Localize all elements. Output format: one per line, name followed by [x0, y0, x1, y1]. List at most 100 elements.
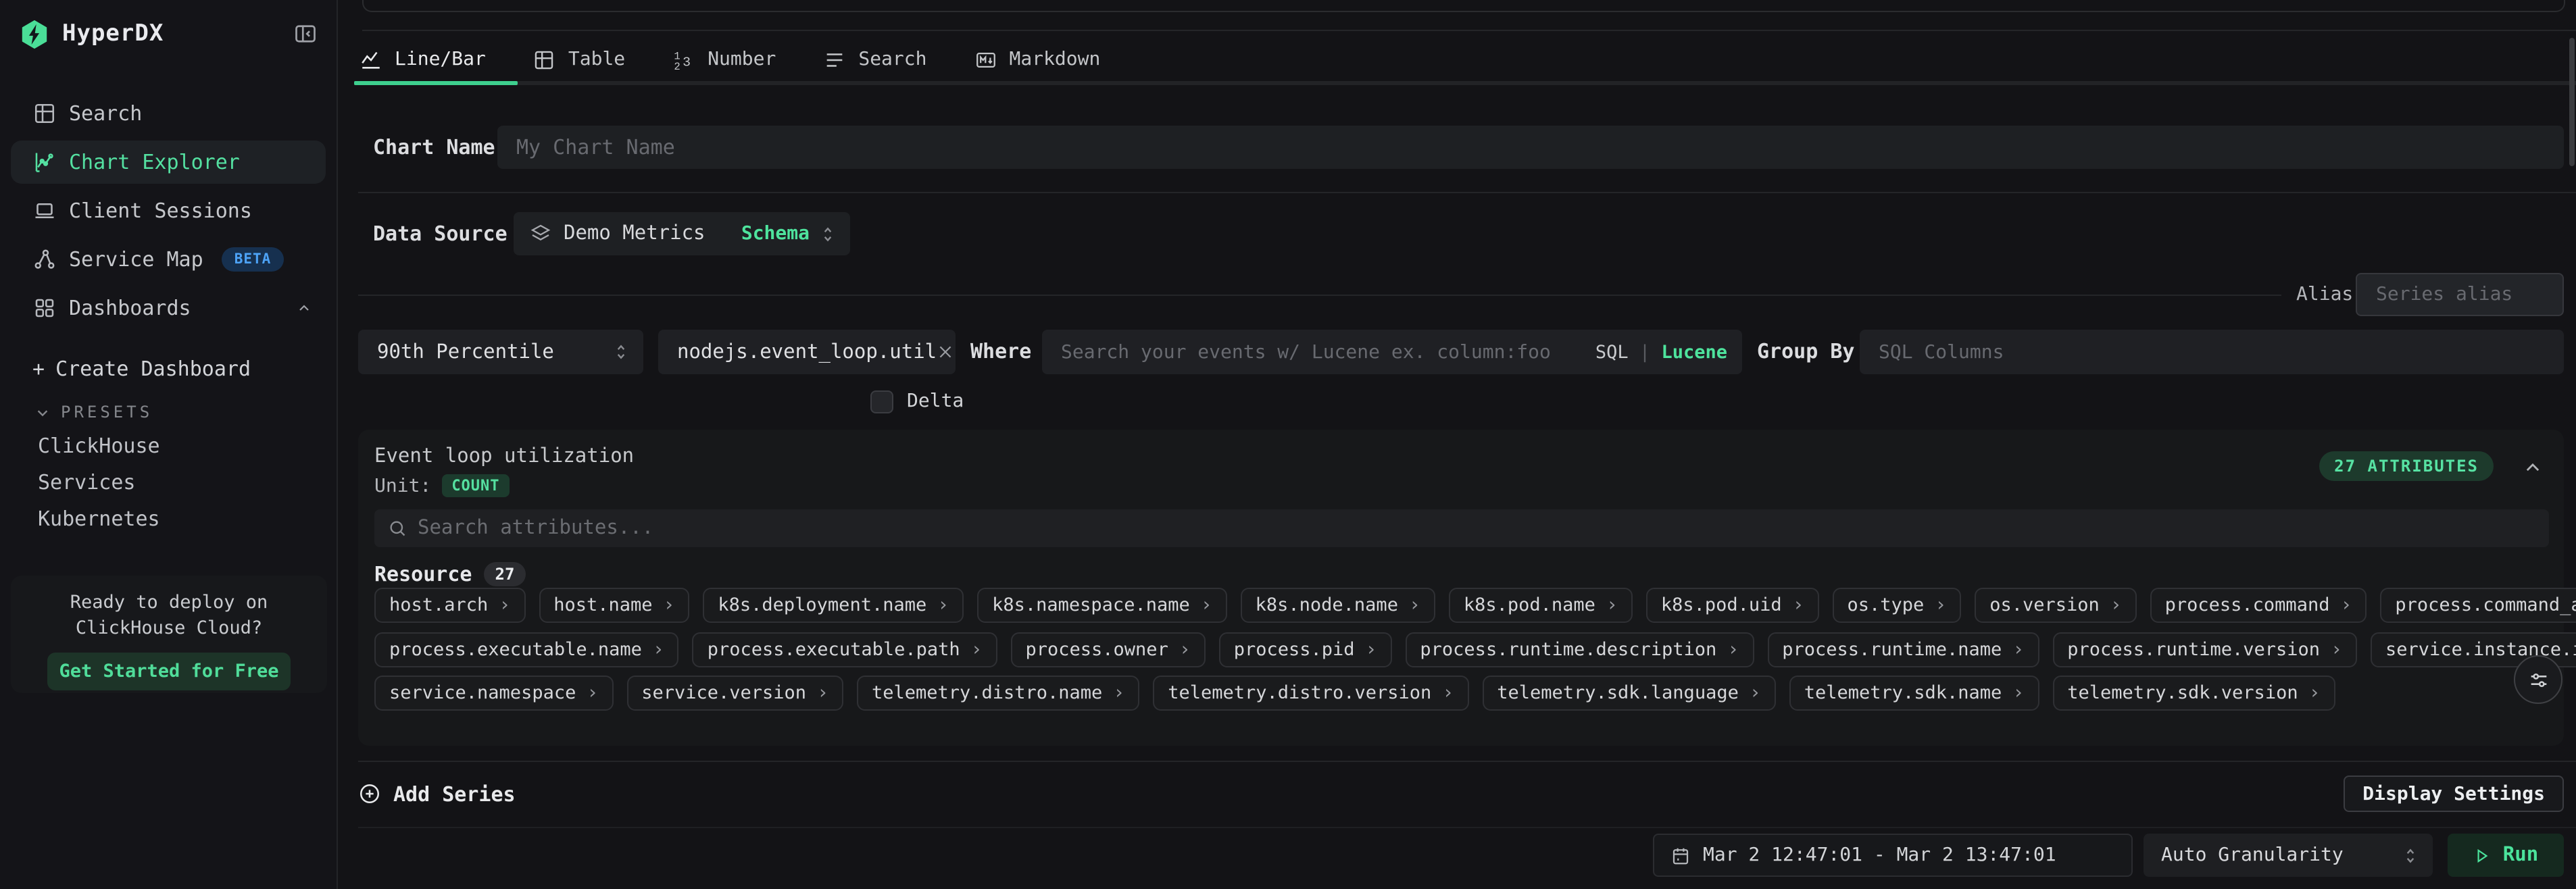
attribute-chip[interactable]: k8s.namespace.name› [977, 588, 1227, 623]
attribute-chip[interactable]: host.name› [539, 588, 689, 623]
create-dashboard-label: Create Dashboard [55, 357, 251, 381]
chevron-right-icon: › [1366, 640, 1377, 659]
attribute-chip-row: process.executable.name›process.executab… [374, 632, 2548, 667]
attribute-chip[interactable]: process.runtime.name› [1767, 632, 2039, 667]
chevron-right-icon: › [1935, 596, 1946, 615]
preset-kubernetes[interactable]: Kubernetes [38, 507, 160, 531]
tab-number[interactable]: 123 Number [672, 48, 776, 71]
tabs-underline-track [354, 81, 2576, 85]
laptop-icon [32, 199, 57, 223]
tab-markdown[interactable]: Markdown [974, 48, 1101, 71]
create-dashboard-button[interactable]: + Create Dashboard [32, 357, 251, 381]
sidebar-item-label: Search [69, 101, 142, 126]
query-language-toggle[interactable]: SQL | Lucene [1595, 341, 1742, 363]
attribute-chip[interactable]: process.executable.name› [374, 632, 679, 667]
chart-line-icon [32, 150, 57, 174]
attribute-chip-label: k8s.pod.uid [1661, 594, 1782, 616]
sidebar-item-chart-explorer[interactable]: Chart Explorer [11, 141, 326, 184]
add-series-button[interactable]: Add Series [358, 776, 516, 812]
attribute-chip-label: telemetry.sdk.version [2067, 682, 2298, 704]
sql-option[interactable]: SQL [1595, 341, 1629, 363]
attribute-chip[interactable]: os.version› [1975, 588, 2136, 623]
time-range-picker[interactable]: Mar 2 12:47:01 - Mar 2 13:47:01 [1653, 834, 2133, 877]
attribute-chip[interactable]: process.command_args› [2380, 588, 2576, 623]
resource-count-badge: 27 [485, 562, 526, 586]
where-search-input[interactable] [1042, 341, 1595, 363]
alias-input[interactable] [2356, 273, 2564, 316]
preset-services[interactable]: Services [38, 470, 136, 494]
preset-clickhouse[interactable]: ClickHouse [38, 434, 160, 458]
attribute-chip[interactable]: k8s.pod.name› [1449, 588, 1633, 623]
schema-label: Schema [741, 223, 810, 245]
metric-chip[interactable]: nodejs.event_loop.util [658, 330, 956, 374]
attribute-chip[interactable]: os.type› [1833, 588, 1962, 623]
chevron-up-icon[interactable] [2523, 458, 2542, 477]
attribute-chip-label: k8s.deployment.name [718, 594, 926, 616]
attribute-chip[interactable]: process.command› [2150, 588, 2367, 623]
clickhouse-cloud-promo: Ready to deploy on ClickHouse Cloud? Get… [11, 576, 327, 693]
attribute-chip-label: process.executable.path [708, 639, 960, 661]
attribute-chip[interactable]: process.pid› [1219, 632, 1392, 667]
attribute-chip-label: telemetry.sdk.name [1804, 682, 2002, 704]
lucene-option[interactable]: Lucene [1661, 341, 1727, 363]
attribute-chip[interactable]: service.namespace› [374, 676, 613, 711]
attribute-chip[interactable]: telemetry.sdk.name› [1789, 676, 2039, 711]
chart-name-input[interactable] [497, 126, 2564, 169]
attribute-chip[interactable]: process.executable.path› [693, 632, 997, 667]
sidebar-item-search[interactable]: Search [0, 89, 337, 138]
data-source-row: Data Source Demo Metrics Schema [338, 212, 2576, 255]
granularity-select[interactable]: Auto Granularity [2144, 834, 2433, 877]
group-by-input[interactable] [1860, 330, 2564, 374]
tab-label: Markdown [1010, 49, 1101, 70]
attribute-chip[interactable]: host.arch› [374, 588, 525, 623]
promo-text: Ready to deploy on ClickHouse Cloud? [11, 590, 327, 642]
attribute-chip[interactable]: k8s.pod.uid› [1646, 588, 1819, 623]
dashboards-icon [32, 296, 57, 320]
sidebar-item-service-map[interactable]: Service Map BETA [0, 235, 337, 284]
close-icon[interactable] [937, 343, 954, 361]
unit-row: Unit: COUNT [374, 474, 510, 497]
attribute-chip-label: process.executable.name [389, 639, 642, 661]
delta-checkbox[interactable] [870, 390, 893, 413]
divider [358, 192, 2576, 193]
play-icon [2473, 846, 2491, 864]
add-series-label: Add Series [393, 782, 516, 806]
sidebar-item-label: Dashboards [69, 296, 191, 320]
sidebar-item-dashboards[interactable]: Dashboards [0, 284, 337, 332]
get-started-button[interactable]: Get Started for Free [47, 653, 291, 690]
attribute-chip[interactable]: process.owner› [1011, 632, 1206, 667]
attribute-chip[interactable]: process.runtime.description› [1405, 632, 1754, 667]
aggregation-select[interactable]: 90th Percentile [358, 330, 643, 374]
tab-table[interactable]: Table [533, 48, 625, 71]
attribute-chip[interactable]: telemetry.distro.version› [1153, 676, 1468, 711]
where-label: Where [970, 330, 1031, 374]
delta-label: Delta [907, 390, 964, 412]
sidebar: HyperDX Search Chart Explorer Client Ses… [0, 0, 338, 889]
attribute-chip[interactable]: telemetry.distro.name› [857, 676, 1139, 711]
time-range-value: Mar 2 12:47:01 - Mar 2 13:47:01 [1703, 844, 2056, 866]
attribute-chip[interactable]: k8s.node.name› [1241, 588, 1435, 623]
tab-search[interactable]: Search [823, 48, 926, 71]
presets-header[interactable]: PRESETS [35, 403, 153, 422]
attributes-count-badge[interactable]: 27 ATTRIBUTES [2319, 451, 2494, 481]
sidebar-collapse-icon[interactable] [293, 22, 318, 46]
attribute-chip-label: telemetry.sdk.language [1497, 682, 1739, 704]
sidebar-item-client-sessions[interactable]: Client Sessions [0, 186, 337, 235]
attribute-chip[interactable]: process.runtime.version› [2052, 632, 2357, 667]
scrollbar-thumb[interactable] [2569, 38, 2575, 166]
run-button[interactable]: Run [2448, 834, 2564, 877]
attribute-chip[interactable]: service.version› [626, 676, 843, 711]
display-settings-button[interactable]: Display Settings [2344, 776, 2564, 812]
attribute-search-input[interactable] [418, 517, 2535, 539]
attribute-chip[interactable]: k8s.deployment.name› [703, 588, 964, 623]
tab-line-bar[interactable]: Line/Bar [360, 48, 486, 71]
attribute-chip[interactable]: telemetry.sdk.language› [1482, 676, 1776, 711]
chevron-right-icon: › [1179, 640, 1191, 659]
tab-label: Number [708, 49, 776, 70]
attribute-chip[interactable]: telemetry.sdk.version› [2052, 676, 2335, 711]
data-source-select[interactable]: Demo Metrics Schema [514, 212, 850, 255]
attribute-chip-label: telemetry.distro.name [872, 682, 1102, 704]
alias-label: Alias [2296, 273, 2353, 316]
presets-label: PRESETS [61, 403, 153, 422]
floating-action-button[interactable] [2514, 655, 2562, 704]
